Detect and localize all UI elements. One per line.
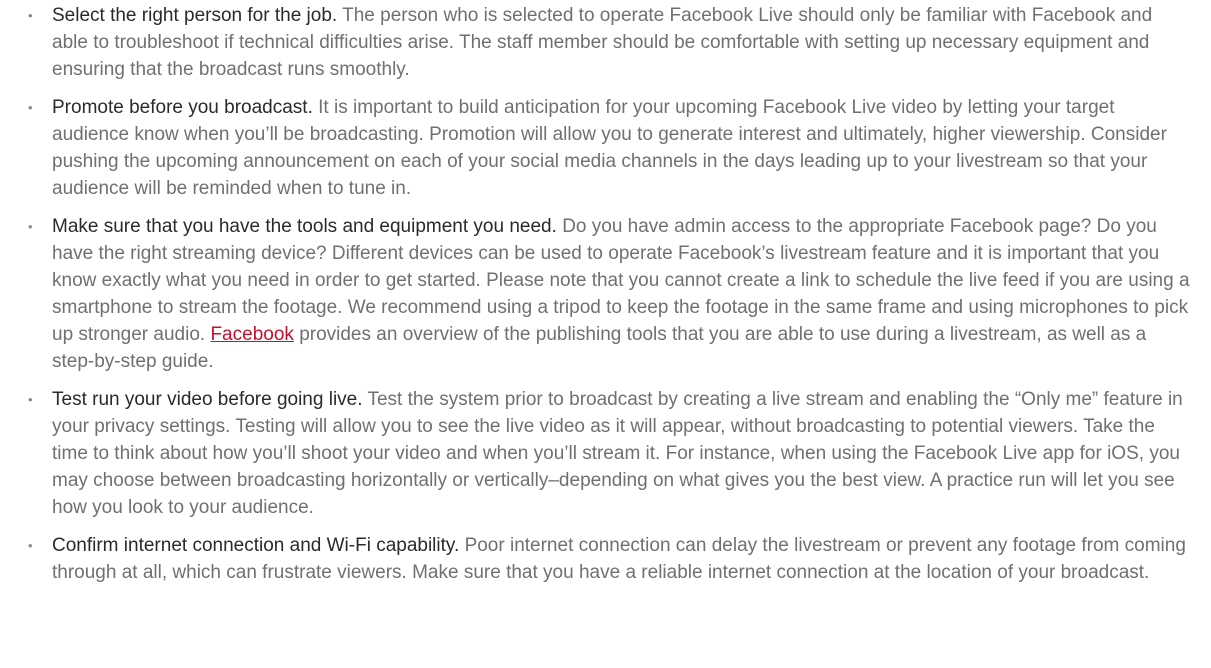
bullet-icon: • [28,392,33,407]
list-item: • Confirm internet connection and Wi-Fi … [28,532,1193,586]
list-item: • Make sure that you have the tools and … [28,213,1193,375]
bullet-icon: • [28,538,33,553]
list-item: • Select the right person for the job. T… [28,2,1193,83]
tip-lead: Confirm internet connection and Wi-Fi ca… [52,535,460,556]
bullet-icon: • [28,100,33,115]
tip-lead: Select the right person for the job. [52,5,338,26]
tip-lead: Promote before you broadcast. [52,97,313,118]
tip-lead: Test run your video before going live. [52,389,363,410]
facebook-link[interactable]: Facebook [210,324,293,345]
bullet-icon: • [28,219,33,234]
bullet-icon: • [28,8,33,23]
list-item: • Test run your video before going live.… [28,386,1193,521]
tips-list: • Select the right person for the job. T… [0,2,1193,586]
tip-lead: Make sure that you have the tools and eq… [52,216,557,237]
list-item: • Promote before you broadcast. It is im… [28,94,1193,202]
